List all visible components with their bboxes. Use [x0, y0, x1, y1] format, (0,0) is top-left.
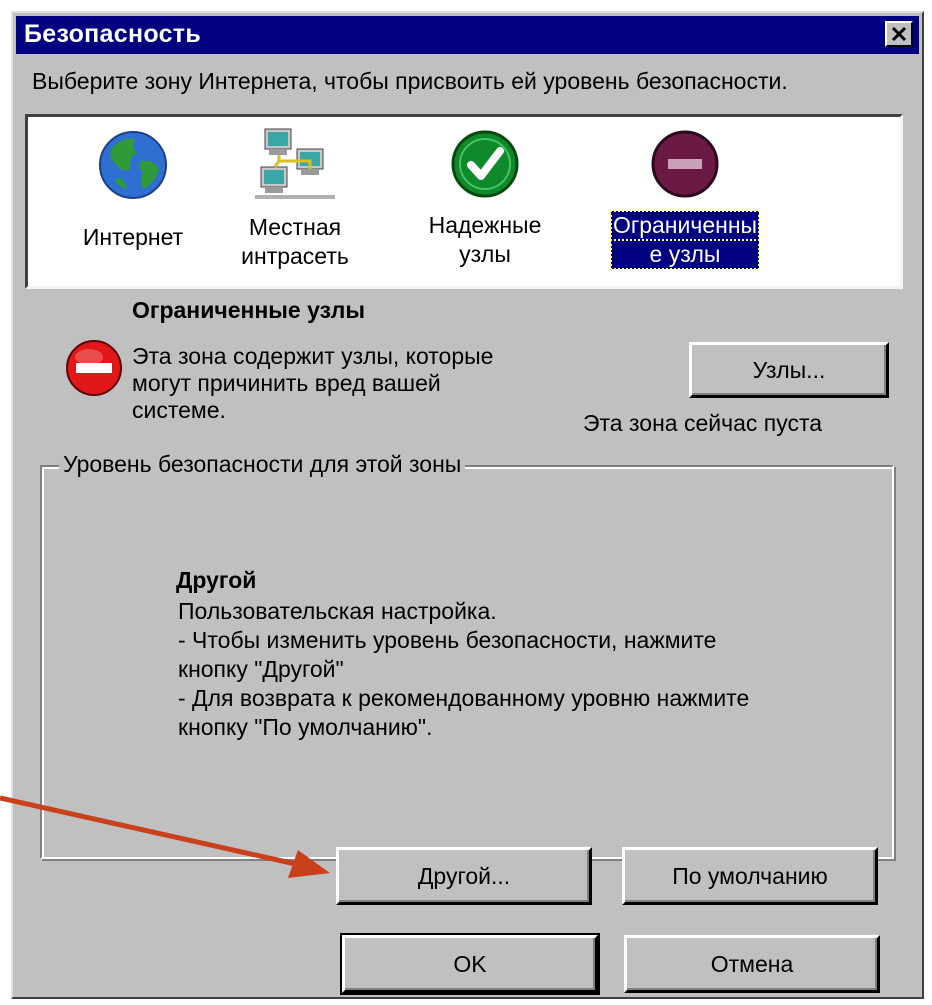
sites-button[interactable]: Узлы... — [689, 342, 889, 398]
zone-item-trusted[interactable]: Надежные узлы — [420, 129, 550, 269]
zone-description: Эта зона содержит узлы, которые могут пр… — [132, 343, 493, 424]
zone-title: Ограниченные узлы — [132, 297, 365, 323]
zone-list[interactable]: Интернет Местная интрасеть Надежные узлы… — [25, 114, 903, 289]
security-desc-line3: кнопку "Другой" — [178, 656, 344, 682]
zone-item-internet[interactable]: Интернет — [68, 129, 198, 252]
globe-icon — [99, 131, 167, 199]
zone-item-intranet[interactable]: Местная интрасеть — [230, 127, 360, 271]
dialog-title: Безопасность — [24, 20, 202, 48]
restricted-zone-icon — [66, 340, 122, 396]
zone-label-internet: Интернет — [82, 224, 184, 250]
default-level-button[interactable]: По умолчанию — [622, 847, 878, 905]
zone-label-intranet-2: интрасеть — [241, 243, 349, 269]
zone-instruction: Выберите зону Интернета, чтобы присвоить… — [32, 68, 788, 94]
close-icon — [891, 26, 907, 42]
cancel-button[interactable]: Отмена — [624, 935, 880, 993]
zone-desc-line2: могут причинить вред вашей — [132, 370, 441, 396]
zone-item-restricted[interactable]: Ограниченны е узлы — [595, 129, 775, 270]
zone-label-trusted-1: Надежные — [428, 212, 542, 238]
security-level-description: Пользовательская настройка. - Чтобы изме… — [178, 597, 749, 742]
zone-desc-line1: Эта зона содержит узлы, которые — [132, 343, 494, 369]
zone-label-restricted-1: Ограниченны — [609, 210, 761, 241]
security-desc-line2: - Чтобы изменить уровень безопасности, н… — [178, 627, 717, 653]
zone-label-restricted-wrap: Ограниченны е узлы — [609, 210, 761, 270]
zone-desc-line3: системе. — [132, 397, 226, 423]
annotation-arrow — [0, 795, 330, 878]
zone-label-restricted-2: е узлы — [609, 239, 761, 270]
security-desc-line1: Пользовательская настройка. — [178, 598, 497, 624]
green-checkmark-icon — [451, 130, 519, 198]
security-desc-line5: кнопку "По умолчанию". — [178, 714, 433, 740]
network-computers-icon — [255, 128, 335, 199]
restricted-sign-icon — [651, 130, 719, 198]
zone-empty-status: Эта зона сейчас пуста — [583, 410, 823, 436]
zone-label-intranet-1: Местная — [248, 214, 342, 240]
custom-level-button[interactable]: Другой... — [336, 847, 592, 905]
security-level-group-label: Уровень безопасности для этой зоны — [59, 451, 466, 478]
ok-button[interactable]: OK — [340, 933, 600, 995]
security-level-name: Другой — [176, 567, 257, 593]
title-bar[interactable]: Безопасность — [16, 16, 919, 54]
security-desc-line4: - Для возврата к рекомендованному уровню… — [178, 685, 750, 711]
zone-label-trusted-2: узлы — [459, 241, 511, 267]
close-button[interactable] — [885, 21, 913, 47]
